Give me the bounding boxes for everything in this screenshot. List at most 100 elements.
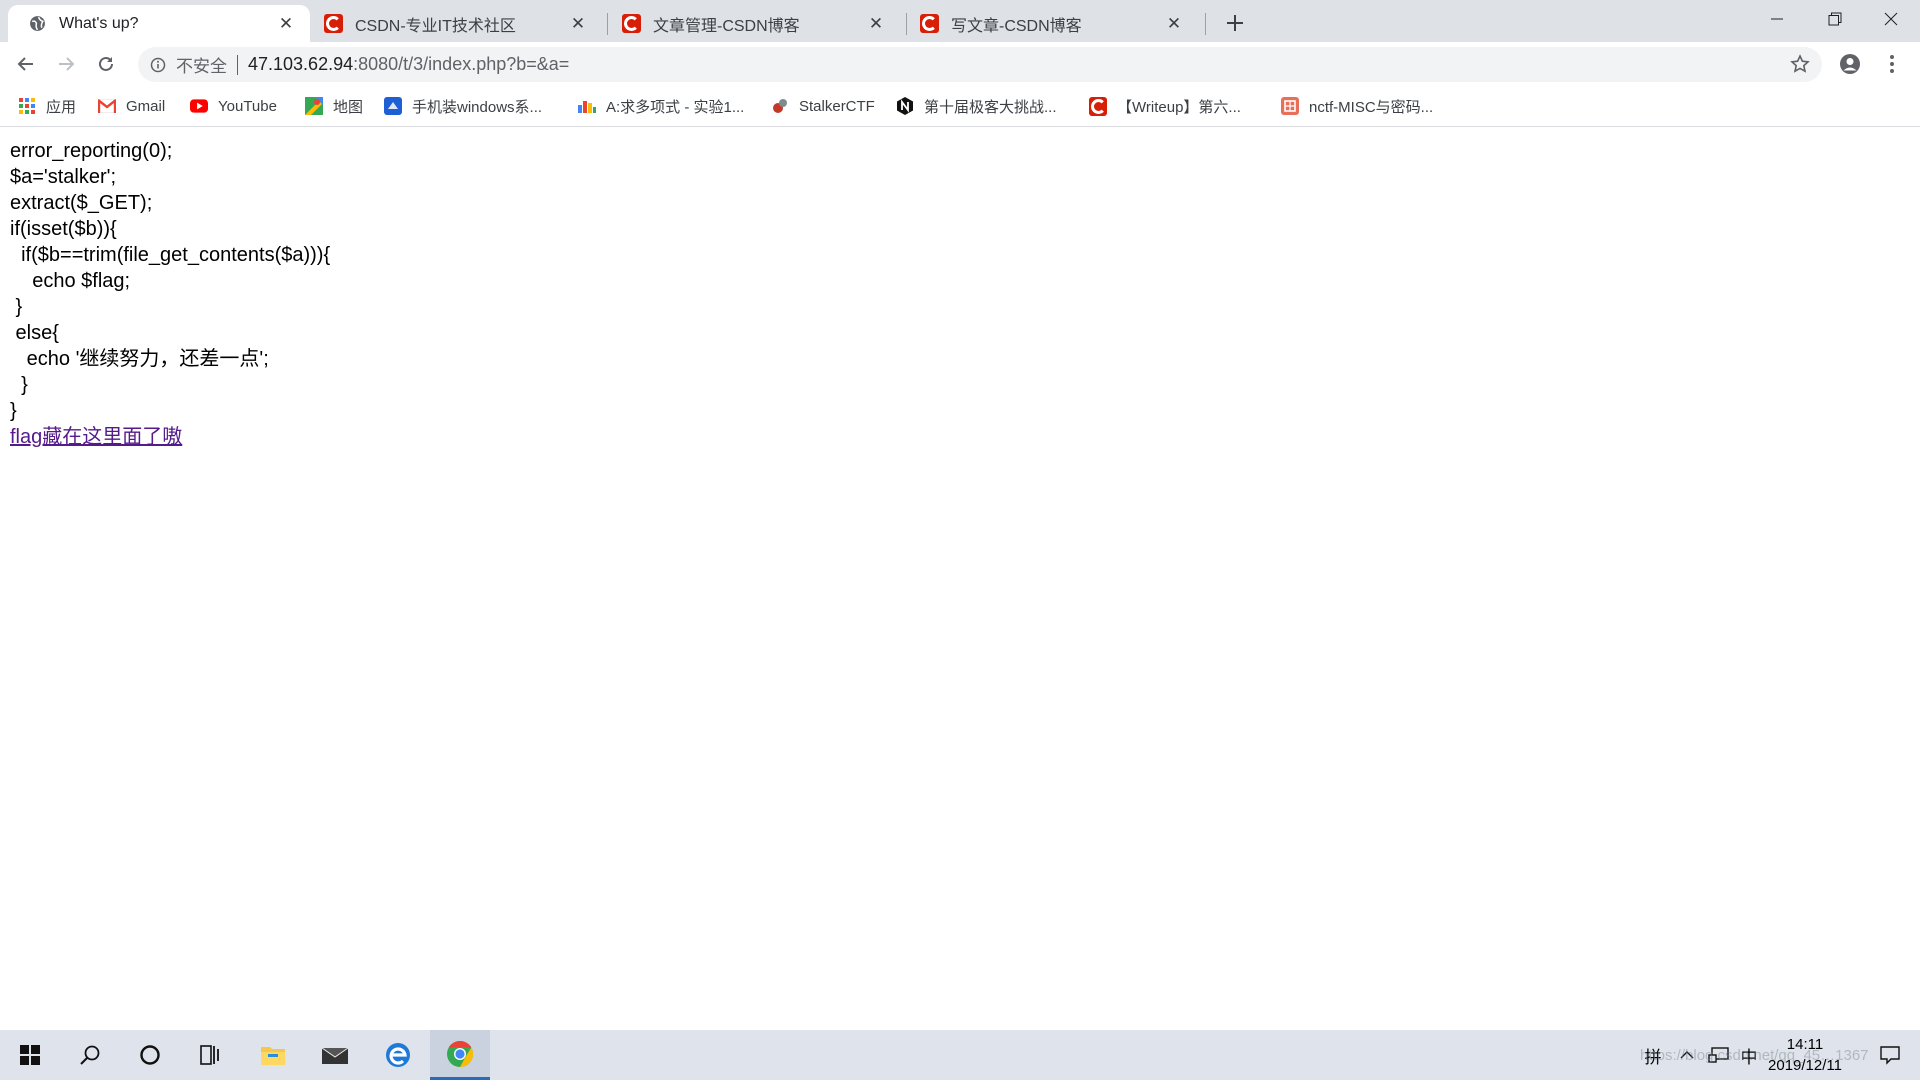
code-line: extract($_GET);	[10, 192, 153, 214]
csdn-icon	[622, 14, 641, 33]
forward-button[interactable]	[50, 48, 82, 80]
info-icon[interactable]	[148, 55, 168, 75]
code-line: $a='stalker';	[10, 166, 117, 188]
code-line: else{	[10, 322, 59, 344]
bookmark-label: Gmail	[126, 97, 166, 115]
restore-icon	[1828, 12, 1842, 26]
tab-whats-up[interactable]: What's up? ✕	[8, 5, 310, 42]
bookmark-polynomial[interactable]: A:求多项式 - 实验1...	[578, 95, 744, 117]
search-button[interactable]	[60, 1030, 120, 1080]
close-window-button[interactable]	[1862, 0, 1920, 38]
blue-app-icon	[384, 97, 402, 115]
account-icon[interactable]	[1838, 52, 1862, 76]
bookmark-maps[interactable]: 地图	[305, 95, 363, 117]
globe-icon	[28, 14, 47, 33]
windows-taskbar: 拼 中 14:11 2019/12/11	[0, 1030, 1920, 1080]
bookmark-geek-challenge[interactable]: 第十届极客大挑战...	[896, 95, 1057, 117]
bookmark-windows-phone[interactable]: 手机装windows系...	[384, 95, 542, 117]
watermark: https://blog.csdn.net/qq_45…1367	[1640, 1047, 1869, 1064]
apps-grid-icon	[18, 97, 36, 115]
file-explorer-button[interactable]	[243, 1030, 303, 1080]
bookmark-stalkerctf[interactable]: StalkerCTF	[771, 95, 875, 117]
tab-csdn[interactable]: CSDN-专业IT技术社区 ✕	[304, 5, 602, 42]
notification-icon	[1880, 1046, 1900, 1065]
bookmark-label: nctf-MISC与密码...	[1309, 98, 1434, 116]
mail-icon	[321, 1047, 349, 1064]
cortana-button[interactable]	[120, 1030, 180, 1080]
bookmark-youtube[interactable]: YouTube	[190, 95, 277, 117]
url-text[interactable]: 47.103.62.94:8080/t/3/index.php?b=&a=	[248, 54, 569, 75]
jianshu-icon	[1281, 97, 1299, 115]
security-label[interactable]: 不安全	[176, 52, 227, 77]
n-circle-icon	[896, 97, 914, 115]
address-divider	[237, 54, 238, 75]
flag-link[interactable]: flag藏在这里面了嗷	[10, 426, 182, 448]
code-line: if(isset($b)){	[10, 218, 117, 240]
reload-button[interactable]	[90, 48, 122, 80]
code-line: echo $flag;	[10, 270, 131, 292]
minimize-icon	[1771, 18, 1783, 20]
bookmark-nctf-misc[interactable]: nctf-MISC与密码...	[1281, 95, 1433, 117]
chrome-button[interactable]	[430, 1030, 490, 1080]
new-tab-button[interactable]	[1220, 8, 1250, 38]
browser-toolbar: 不安全 47.103.62.94:8080/t/3/index.php?b=&a…	[0, 42, 1920, 86]
bookmarks-bar: 应用 Gmail YouTube 地图 手机装windows系... A:求多项…	[0, 86, 1920, 127]
csdn-icon	[324, 14, 343, 33]
address-bar[interactable]: 不安全 47.103.62.94:8080/t/3/index.php?b=&a…	[138, 47, 1822, 82]
tab-separator	[1205, 13, 1206, 35]
bookmark-label: 地图	[333, 98, 364, 116]
code-line: }	[10, 400, 17, 422]
tab-title: CSDN-专业IT技术社区	[355, 17, 516, 35]
mail-button[interactable]	[305, 1030, 365, 1080]
restore-button[interactable]	[1806, 0, 1864, 38]
bookmark-writeup[interactable]: 【Writeup】第六...	[1089, 95, 1241, 117]
plus-icon	[1227, 15, 1243, 31]
stalker-icon	[771, 97, 789, 115]
close-tab-icon[interactable]: ✕	[276, 14, 296, 34]
youtube-icon	[190, 97, 208, 115]
bookmark-gmail[interactable]: Gmail	[98, 95, 165, 117]
action-center-button[interactable]	[1866, 1030, 1914, 1080]
task-view-icon	[200, 1045, 219, 1065]
search-icon	[80, 1045, 100, 1065]
close-icon	[1884, 12, 1898, 26]
folder-icon	[261, 1047, 285, 1065]
close-tab-icon[interactable]: ✕	[1164, 14, 1184, 34]
bookmark-apps[interactable]: 应用	[18, 95, 76, 117]
code-line: if($b==trim(file_get_contents($a))){	[10, 244, 331, 266]
bookmark-star-icon[interactable]	[1790, 54, 1810, 79]
bookmark-label: StalkerCTF	[799, 97, 875, 115]
bookmark-label: 第十届极客大挑战...	[924, 98, 1057, 116]
chrome-icon	[447, 1040, 474, 1067]
code-line: echo '继续努力，还差一点';	[10, 348, 269, 370]
code-line: error_reporting(0);	[10, 140, 173, 162]
code-line: }	[10, 296, 23, 318]
gmail-icon	[98, 97, 116, 115]
tab-write-article[interactable]: 写文章-CSDN博客 ✕	[900, 5, 1198, 42]
url-host: 47.103.62.94	[248, 54, 354, 74]
back-button[interactable]	[10, 48, 42, 80]
bookmark-label: YouTube	[218, 97, 277, 115]
menu-kebab-icon[interactable]	[1880, 52, 1904, 76]
page-content: error_reporting(0); $a='stalker'; extrac…	[10, 138, 330, 450]
bookmark-label: A:求多项式 - 实验1...	[606, 98, 745, 116]
tab-strip: What's up? ✕ CSDN-专业IT技术社区 ✕ 文章管理-CSDN博客…	[0, 0, 1920, 42]
close-tab-icon[interactable]: ✕	[866, 14, 886, 34]
cortana-circle-icon	[140, 1045, 160, 1065]
edge-button[interactable]	[368, 1030, 428, 1080]
code-line: }	[10, 374, 28, 396]
edge-icon	[386, 1043, 410, 1067]
tab-title: What's up?	[59, 14, 139, 32]
start-button[interactable]	[0, 1030, 60, 1080]
arrow-left-icon	[17, 57, 33, 71]
bars-icon	[578, 97, 596, 115]
url-path: :8080/t/3/index.php?b=&a=	[353, 54, 570, 74]
bookmark-label: 【Writeup】第六...	[1117, 98, 1241, 116]
csdn-icon	[1089, 96, 1107, 116]
close-tab-icon[interactable]: ✕	[568, 14, 588, 34]
task-view-button[interactable]	[180, 1030, 240, 1080]
bookmark-label: 手机装windows系...	[412, 98, 543, 116]
bookmark-label: 应用	[46, 98, 77, 116]
tab-article-manage[interactable]: 文章管理-CSDN博客 ✕	[602, 5, 900, 42]
minimize-button[interactable]	[1748, 0, 1806, 38]
